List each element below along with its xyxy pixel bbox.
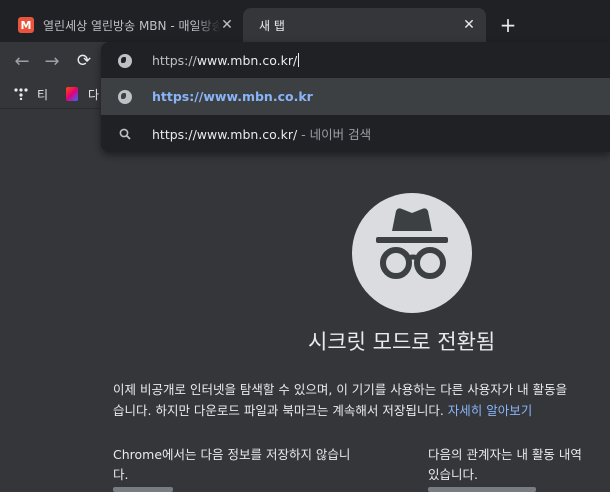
not-saved-section: Chrome에서는 다음 정보를 저장하지 않습니 다.: [113, 447, 351, 482]
bookmark-favicon-icon: [14, 88, 28, 100]
tab-new-tab[interactable]: 새 탭 ✕: [243, 8, 486, 42]
bookmark-item[interactable]: 티: [14, 84, 48, 104]
page-title: 시크릿 모드로 전환됨: [308, 330, 496, 354]
address-bar[interactable]: https://www.mbn.co.kr/: [101, 42, 610, 79]
bookmark-label: 티: [37, 87, 49, 102]
close-icon[interactable]: ✕: [218, 16, 236, 34]
incognito-description: 이제 비공개로 인터넷을 탐색할 수 있으며, 이 기기를 사용하는 다른 사용…: [113, 382, 568, 418]
tab-strip: M 열린세상 열린방송 MBN - 매일방송 ✕ 새 탭 ✕ +: [0, 0, 610, 42]
globe-icon: [118, 89, 132, 104]
close-icon[interactable]: ✕: [460, 16, 478, 34]
omnibox-suggestion[interactable]: https://www.mbn.co.kr/ - 네이버 검색: [101, 115, 610, 152]
incognito-icon: [352, 193, 472, 313]
suggestion-text: https://www.mbn.co.kr/ - 네이버 검색: [152, 127, 372, 142]
tab-title: 새 탭: [259, 18, 285, 33]
omnibox-popup: https://www.mbn.co.kr/ https://www.mbn.c…: [101, 42, 610, 152]
bookmark-item[interactable]: 다: [66, 84, 99, 104]
reload-button[interactable]: ⟳: [73, 50, 95, 72]
back-button[interactable]: ←: [11, 50, 33, 72]
daum-favicon-icon: [66, 87, 78, 101]
visible-to-section: 다음의 관계자는 내 활동 내역 있습니다.: [428, 447, 582, 482]
globe-icon: [118, 53, 132, 68]
mbn-favicon-icon: M: [18, 17, 34, 33]
list-item-partial: [113, 487, 173, 492]
address-input[interactable]: https://www.mbn.co.kr/: [152, 53, 300, 68]
omnibox-suggestion[interactable]: https://www.mbn.co.kr: [101, 78, 610, 115]
forward-button[interactable]: →: [41, 50, 63, 72]
tab-mbn[interactable]: M 열린세상 열린방송 MBN - 매일방송 ✕: [8, 8, 242, 42]
new-tab-button[interactable]: +: [496, 13, 520, 37]
bookmark-label: 다: [88, 87, 100, 102]
search-icon: [119, 128, 131, 140]
learn-more-link[interactable]: 자세히 알아보기: [448, 403, 532, 418]
suggestion-url: https://www.mbn.co.kr: [152, 89, 313, 104]
list-item-partial: [428, 487, 536, 492]
tab-title: 열린세상 열린방송 MBN - 매일방송: [43, 18, 221, 33]
